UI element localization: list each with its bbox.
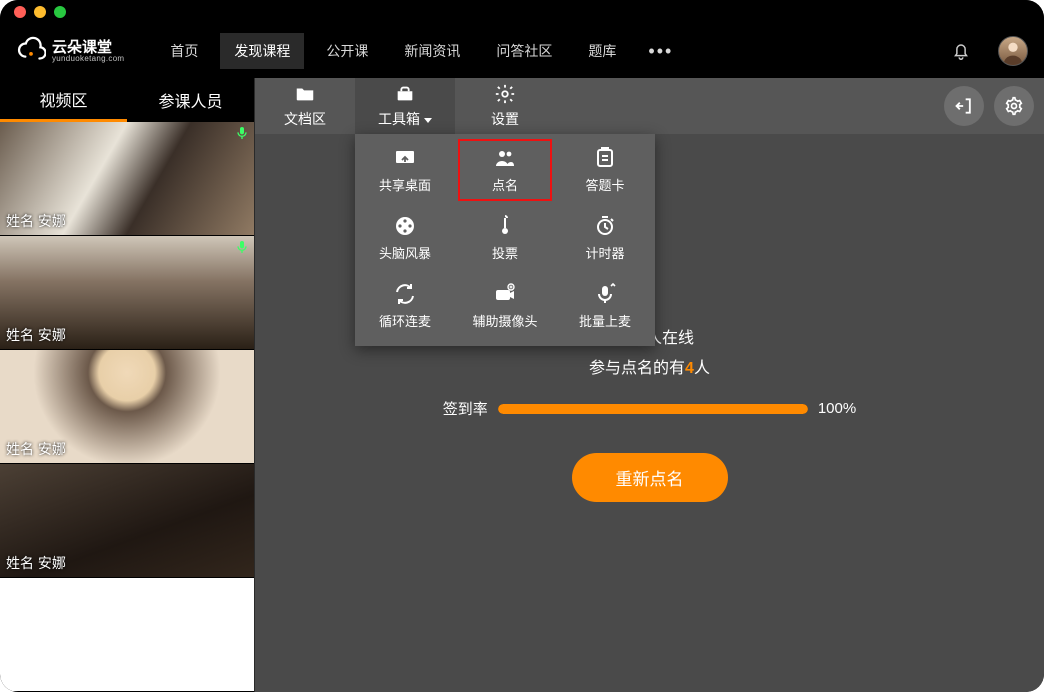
notifications-icon[interactable]	[950, 40, 972, 62]
tab-toolbox[interactable]: 工具箱	[355, 78, 455, 134]
vote-icon	[493, 214, 517, 238]
main-panel: 文档区 工具箱 设置	[255, 78, 1044, 692]
tool-label: 计时器	[585, 243, 624, 262]
redo-rollcall-button[interactable]: 重新点名	[572, 453, 728, 502]
toolbox-icon	[394, 83, 416, 105]
settings-button[interactable]	[994, 86, 1034, 126]
tool-brainstorm[interactable]: 头脑风暴	[355, 204, 455, 272]
tab-participants[interactable]: 参课人员	[127, 78, 254, 122]
tab-settings[interactable]: 设置	[455, 78, 555, 134]
cloud-logo-icon	[16, 36, 46, 66]
video-name-label: 姓名 安娜	[6, 325, 66, 345]
gear-icon	[1004, 96, 1024, 116]
video-tile-empty	[0, 578, 254, 692]
tool-aux-camera[interactable]: 辅助摄像头	[455, 272, 555, 340]
toolbar-label: 文档区	[284, 109, 326, 129]
camera-plus-icon	[493, 282, 517, 306]
video-tile[interactable]: 姓名 安娜	[0, 236, 254, 350]
close-window-button[interactable]	[14, 6, 26, 18]
top-nav: 云朵课堂 yunduoketang.com 首页 发现课程 公开课 新闻资讯 问…	[0, 24, 1044, 78]
video-name-label: 姓名 安娜	[6, 439, 66, 459]
rate-label: 签到率	[443, 398, 488, 419]
maximize-window-button[interactable]	[54, 6, 66, 18]
nav-news[interactable]: 新闻资讯	[390, 33, 474, 69]
minimize-window-button[interactable]	[34, 6, 46, 18]
nav-open-courses[interactable]: 公开课	[312, 33, 382, 69]
video-tile[interactable]: 姓名 安娜	[0, 464, 254, 578]
tool-timer[interactable]: 计时器	[555, 204, 655, 272]
checkin-count-line: 参与点名的有4人	[589, 354, 710, 378]
gear-icon	[494, 83, 516, 105]
toolbox-dropdown: 共享桌面 点名 答题卡 头脑风暴	[355, 134, 655, 346]
checkin-rate-row: 签到率 100%	[443, 398, 856, 419]
tool-label: 答题卡	[585, 175, 624, 194]
mic-up-icon	[593, 282, 617, 306]
brand-logo[interactable]: 云朵课堂 yunduoketang.com	[16, 36, 124, 66]
tool-loop-mic[interactable]: 循环连麦	[355, 272, 455, 340]
people-icon	[493, 146, 517, 170]
tool-share-desktop[interactable]: 共享桌面	[355, 136, 455, 204]
left-tabs: 视频区 参课人员	[0, 78, 254, 122]
share-screen-icon	[393, 146, 417, 170]
main-toolbar: 文档区 工具箱 设置	[255, 78, 1044, 134]
video-list: 姓名 安娜 姓名 安娜 姓名 安娜 姓名 安娜	[0, 122, 254, 692]
video-name-label: 姓名 安娜	[6, 211, 66, 231]
mic-on-icon	[234, 125, 250, 141]
main-body: 视频区 参课人员 姓名 安娜 姓名 安娜 姓名 安娜	[0, 78, 1044, 692]
toolbar-label: 设置	[491, 109, 519, 129]
tool-label: 辅助摄像头	[472, 311, 537, 330]
nav-home[interactable]: 首页	[156, 33, 212, 69]
video-tile[interactable]: 姓名 安娜	[0, 350, 254, 464]
mic-on-icon	[234, 239, 250, 255]
progress-fill	[498, 404, 808, 414]
window-titlebar	[0, 0, 1044, 24]
app-window: 云朵课堂 yunduoketang.com 首页 发现课程 公开课 新闻资讯 问…	[0, 0, 1044, 692]
chevron-down-icon	[424, 118, 432, 123]
tool-label: 投票	[492, 243, 518, 262]
nav-qa-community[interactable]: 问答社区	[482, 33, 566, 69]
tool-vote[interactable]: 投票	[455, 204, 555, 272]
loop-icon	[393, 282, 417, 306]
tool-label: 循环连麦	[379, 311, 431, 330]
tool-rollcall[interactable]: 点名	[455, 136, 555, 204]
card-icon	[593, 146, 617, 170]
tool-label: 点名	[492, 175, 518, 194]
nav-question-bank[interactable]: 题库	[574, 33, 630, 69]
folder-icon	[294, 83, 316, 105]
tab-doc-area[interactable]: 文档区	[255, 78, 355, 134]
exit-button[interactable]	[944, 86, 984, 126]
left-panel: 视频区 参课人员 姓名 安娜 姓名 安娜 姓名 安娜	[0, 78, 255, 692]
video-name-label: 姓名 安娜	[6, 553, 66, 573]
brand-domain: yunduoketang.com	[52, 55, 124, 63]
timer-icon	[593, 214, 617, 238]
tool-label: 批量上麦	[579, 311, 631, 330]
toolbar-label: 工具箱	[378, 109, 432, 129]
brand-name: 云朵课堂	[52, 40, 124, 55]
user-avatar[interactable]	[998, 36, 1028, 66]
tool-label: 共享桌面	[379, 175, 431, 194]
progress-bar	[498, 404, 808, 414]
tab-video-area[interactable]: 视频区	[0, 78, 127, 122]
nav-discover-courses[interactable]: 发现课程	[220, 33, 304, 69]
tool-label: 头脑风暴	[379, 243, 431, 262]
tool-answer-card[interactable]: 答题卡	[555, 136, 655, 204]
tool-batch-mic[interactable]: 批量上麦	[555, 272, 655, 340]
exit-icon	[954, 96, 974, 116]
nav-more-button[interactable]: •••	[638, 41, 683, 62]
video-tile[interactable]: 姓名 安娜	[0, 122, 254, 236]
film-reel-icon	[393, 214, 417, 238]
progress-percent: 100%	[818, 400, 856, 417]
